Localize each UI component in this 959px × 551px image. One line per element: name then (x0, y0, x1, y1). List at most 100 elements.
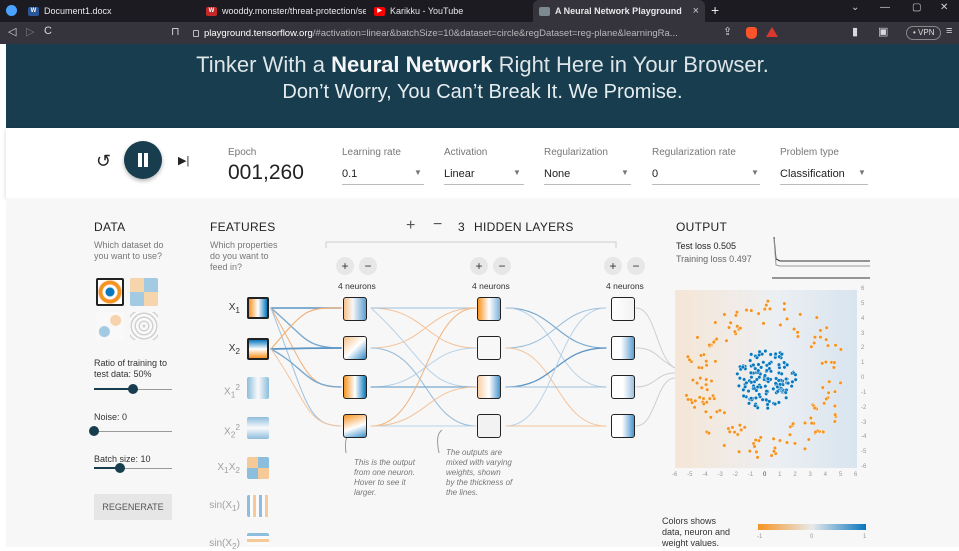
data-point-blue (736, 383, 741, 388)
data-point-orange (685, 354, 690, 359)
data-point-orange (753, 438, 758, 443)
neuron[interactable] (611, 297, 635, 321)
remove-neuron-button[interactable]: − (359, 257, 377, 275)
data-point-orange (782, 307, 787, 312)
data-point-orange (821, 429, 826, 434)
step-icon[interactable]: ▶| (178, 154, 189, 167)
tab-youtube[interactable]: ▶ Karikku - YouTube (368, 0, 526, 22)
data-point-orange (838, 380, 843, 385)
neuron[interactable] (343, 414, 367, 438)
reload-icon[interactable]: C (44, 25, 52, 37)
x-tick-label: 1 (778, 472, 782, 478)
legend-text-1: Colors shows (662, 516, 717, 526)
remove-neuron-button[interactable]: − (493, 257, 511, 275)
top-controls: ↺ ▶| Epoch 001,260 Learning rate 0.1 ▼ A… (6, 128, 959, 198)
menu-icon[interactable]: ≡ (946, 25, 952, 37)
data-point-orange (778, 322, 783, 327)
neuron[interactable] (343, 336, 367, 360)
tab-document[interactable]: W Document1.docx (22, 0, 197, 22)
new-tab-icon[interactable]: + (711, 3, 719, 17)
x-tick-label: 6 (854, 472, 858, 478)
data-point-orange (722, 443, 727, 448)
browser-menu-icon[interactable] (6, 5, 17, 16)
data-point-orange (808, 416, 813, 421)
tab-threat-protection[interactable]: W wooddy.monster/threat-protection/se (200, 0, 366, 22)
y-tick-label: 2 (861, 345, 865, 352)
neuron[interactable] (343, 375, 367, 399)
data-point-orange (832, 360, 837, 365)
legend-tick: -1 (757, 534, 763, 540)
data-point-orange (714, 409, 719, 414)
data-point-orange (722, 410, 727, 415)
neuron[interactable] (611, 336, 635, 360)
url-field[interactable]: playground.tensorflow.org/#activation=li… (193, 25, 723, 41)
data-point-blue (737, 376, 742, 381)
vpn-button[interactable]: • VPN (906, 26, 942, 40)
data-point-orange (696, 365, 701, 370)
data-point-orange (824, 325, 829, 330)
data-point-blue (749, 352, 754, 357)
data-point-orange (814, 315, 819, 320)
add-neuron-button[interactable]: + (336, 257, 354, 275)
problem-type-select[interactable]: Classification (780, 168, 845, 180)
data-point-orange (833, 412, 838, 417)
neuron[interactable] (343, 297, 367, 321)
regularization-select[interactable]: None (544, 168, 570, 180)
add-neuron-button[interactable]: + (470, 257, 488, 275)
data-point-orange (761, 321, 766, 326)
remove-layer-icon[interactable]: − (433, 216, 442, 234)
layer-3-neuron-count: 4 neurons (606, 281, 644, 291)
loss-chart (772, 236, 870, 279)
data-point-orange (697, 395, 702, 400)
learning-rate-select[interactable]: 0.1 (342, 168, 357, 180)
bookmark-icon[interactable]: ⊓ (171, 25, 180, 38)
layer-2-neuron-count: 4 neurons (472, 281, 510, 291)
brave-rewards-icon[interactable] (766, 27, 778, 37)
add-neuron-button[interactable]: + (604, 257, 622, 275)
data-point-orange (692, 405, 697, 410)
tab-title: A Neural Network Playground (555, 6, 682, 16)
data-point-orange (749, 308, 754, 313)
sidebar-icon[interactable]: ▮ (852, 25, 858, 38)
close-icon[interactable]: × (693, 5, 699, 17)
data-point-blue (773, 351, 778, 356)
wallet-icon[interactable]: ▣ (878, 25, 888, 38)
neuron[interactable] (611, 414, 635, 438)
close-window-icon[interactable]: ✕ (940, 2, 948, 13)
forward-icon[interactable]: ▷ (26, 25, 34, 38)
data-point-orange (831, 365, 836, 370)
data-point-orange (695, 381, 700, 386)
y-tick-label: 4 (861, 315, 865, 322)
remove-neuron-button[interactable]: − (627, 257, 645, 275)
data-point-orange (699, 353, 704, 358)
weights-note-5: the lines. (446, 488, 479, 497)
data-point-orange (704, 382, 709, 387)
brave-shield-icon[interactable] (746, 27, 757, 39)
neuron[interactable] (477, 336, 501, 360)
share-icon[interactable]: ⇪ (723, 25, 732, 38)
reset-icon[interactable]: ↺ (96, 151, 111, 172)
activation-select[interactable]: Linear (444, 168, 475, 180)
pause-button[interactable] (124, 141, 162, 179)
maximize-icon[interactable]: ▢ (912, 2, 921, 13)
data-point-orange (769, 453, 774, 458)
minimize-icon[interactable]: — (880, 2, 890, 13)
data-point-orange (755, 455, 760, 460)
regularization-rate-select[interactable]: 0 (652, 168, 658, 180)
data-point-blue (749, 396, 754, 401)
word-icon: W (28, 6, 39, 16)
neuron[interactable] (477, 297, 501, 321)
neuron[interactable] (477, 375, 501, 399)
legend-tick: 1 (863, 534, 867, 540)
data-point-orange (772, 446, 777, 451)
data-point-orange (824, 337, 829, 342)
back-icon[interactable]: ◁ (8, 25, 16, 38)
neuron[interactable] (611, 375, 635, 399)
data-point-orange (738, 326, 743, 331)
neuron[interactable] (477, 414, 501, 438)
data-point-blue (754, 377, 759, 382)
tab-neural-network-playground[interactable]: A Neural Network Playground × (533, 0, 705, 22)
y-tick-label: 5 (861, 300, 865, 307)
add-layer-icon[interactable]: + (406, 217, 415, 235)
chevron-down-icon[interactable]: ⌄ (851, 2, 859, 13)
